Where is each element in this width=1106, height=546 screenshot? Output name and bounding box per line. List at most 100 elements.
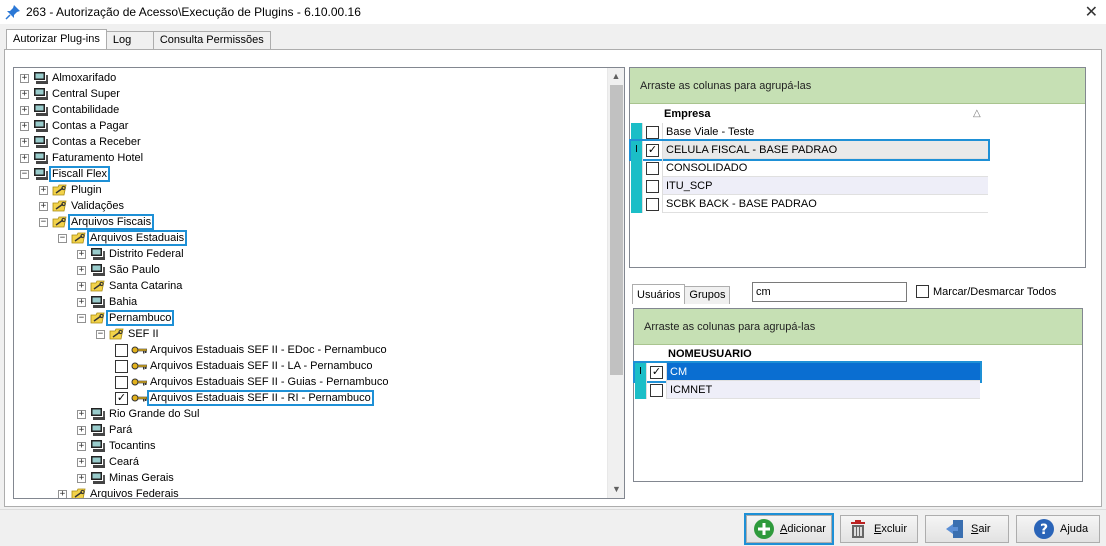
tab-autorizar-plugins[interactable]: Autorizar Plug-ins <box>6 29 107 49</box>
adicionar-button[interactable]: Adicionar <box>744 513 834 545</box>
tab-log[interactable]: Log <box>105 31 154 49</box>
tree-item[interactable]: Arquivos Estaduais SEF II - EDoc - Perna… <box>115 342 388 358</box>
tree-item[interactable]: + Almoxarifado <box>20 70 117 86</box>
close-icon[interactable]: ✕ <box>1085 2 1098 22</box>
empresas-grid[interactable]: Arraste as colunas para agrupá-las Empre… <box>629 67 1086 268</box>
grid-row[interactable]: I ✓ CM <box>633 361 982 383</box>
expand-icon[interactable]: + <box>77 265 86 275</box>
row-indicator[interactable] <box>631 159 643 177</box>
expand-icon[interactable]: + <box>20 153 29 163</box>
row-checkbox-cell[interactable]: ✓ <box>643 141 663 159</box>
group-by-area[interactable]: Arraste as colunas para agrupá-las <box>630 68 1085 104</box>
expand-icon[interactable]: + <box>77 297 86 307</box>
row-checkbox[interactable]: ✓ <box>650 365 663 379</box>
expand-icon[interactable]: + <box>20 137 29 147</box>
tree-item[interactable]: + Distrito Federal <box>77 246 185 262</box>
plugin-tree[interactable]: + Almoxarifado + Central Super + Contabilidad… <box>13 67 625 499</box>
tree-item[interactable]: + Contas a Receber <box>20 134 142 150</box>
ajuda-button[interactable]: ? Ajuda <box>1016 515 1100 543</box>
grid-row[interactable]: CONSOLIDADO <box>631 159 988 177</box>
expand-icon[interactable]: + <box>20 73 29 83</box>
row-checkbox-cell[interactable] <box>643 123 663 141</box>
tab-consulta-permissoes[interactable]: Consulta Permissões <box>152 31 271 49</box>
tree-item[interactable]: Arquivos Estaduais SEF II - LA - Pernamb… <box>115 358 374 374</box>
tree-item[interactable]: + Tocantins <box>77 438 156 454</box>
row-indicator[interactable]: I <box>635 363 647 381</box>
expand-icon[interactable]: + <box>58 489 67 498</box>
tree-item[interactable]: Arquivos Estaduais SEF II - Guias - Pern… <box>115 374 389 390</box>
tree-item[interactable]: − Arquivos Fiscais <box>39 214 155 230</box>
row-checkbox-cell[interactable] <box>647 381 667 399</box>
tree-item[interactable]: − SEF II <box>96 326 160 342</box>
group-by-area[interactable]: Arraste as colunas para agrupá-las <box>634 309 1082 345</box>
row-checkbox[interactable]: ✓ <box>646 143 659 157</box>
tree-item[interactable]: ✓ Arquivos Estaduais SEF II - RI - Pernam… <box>115 390 374 406</box>
tree-item[interactable]: − Arquivos Estaduais <box>58 230 188 246</box>
scroll-thumb[interactable] <box>610 85 623 375</box>
expand-icon[interactable]: + <box>20 121 29 131</box>
tree-item-checkbox[interactable] <box>115 343 128 357</box>
tab-usuarios[interactable]: Usuários <box>632 284 686 304</box>
mark-all-toggle[interactable]: Marcar/Desmarcar Todos <box>916 285 1056 298</box>
row-indicator[interactable] <box>631 177 643 195</box>
row-checkbox-cell[interactable] <box>643 177 663 195</box>
tree-item[interactable]: + Central Super <box>20 86 121 102</box>
grid-row[interactable]: SCBK BACK - BASE PADRAO <box>631 195 988 213</box>
grid-row[interactable]: I ✓ CELULA FISCAL - BASE PADRAO <box>629 139 990 161</box>
expand-icon[interactable]: + <box>20 89 29 99</box>
row-indicator[interactable] <box>635 381 647 399</box>
row-indicator[interactable]: I <box>631 141 643 159</box>
row-checkbox[interactable] <box>646 197 659 211</box>
row-checkbox-cell[interactable]: ✓ <box>647 363 667 381</box>
expand-icon[interactable]: + <box>77 425 86 435</box>
collapse-icon[interactable]: − <box>96 329 105 339</box>
tree-item[interactable]: − Pernambuco <box>77 310 175 326</box>
tree-item[interactable]: + Arquivos Federais <box>58 486 180 498</box>
excluir-button[interactable]: Excluir <box>840 515 918 543</box>
row-checkbox-cell[interactable] <box>643 159 663 177</box>
scroll-up-icon[interactable]: ▲ <box>608 68 624 85</box>
grid-row[interactable]: Base Viale - Teste <box>631 123 988 141</box>
tree-item[interactable]: + Validações <box>39 198 125 214</box>
expand-icon[interactable]: + <box>77 409 86 419</box>
expand-icon[interactable]: + <box>39 201 48 211</box>
row-indicator[interactable] <box>631 195 643 213</box>
grid-row[interactable]: ITU_SCP <box>631 177 988 195</box>
expand-icon[interactable]: + <box>77 281 86 291</box>
tree-item[interactable]: + Rio Grande do Sul <box>77 406 201 422</box>
tree-scrollbar[interactable]: ▲ ▼ <box>607 68 624 498</box>
tree-item-checkbox[interactable] <box>115 375 128 389</box>
scroll-down-icon[interactable]: ▼ <box>608 481 624 498</box>
collapse-icon[interactable]: − <box>77 313 86 323</box>
tree-item[interactable]: − Fiscall Flex <box>20 166 111 182</box>
tree-item[interactable]: + São Paulo <box>77 262 161 278</box>
user-search-input[interactable] <box>752 282 907 302</box>
expand-icon[interactable]: + <box>77 473 86 483</box>
sair-button[interactable]: Sair <box>925 515 1009 543</box>
tree-item[interactable]: + Faturamento Hotel <box>20 150 144 166</box>
tree-item-checkbox[interactable] <box>115 359 128 373</box>
tree-item-checkbox[interactable]: ✓ <box>115 391 128 405</box>
expand-icon[interactable]: + <box>77 457 86 467</box>
collapse-icon[interactable]: − <box>20 169 29 179</box>
row-checkbox[interactable] <box>646 161 659 175</box>
row-checkbox[interactable] <box>646 125 659 139</box>
grid-row[interactable]: ICMNET <box>635 381 980 399</box>
tree-item[interactable]: + Minas Gerais <box>77 470 175 486</box>
tab-grupos[interactable]: Grupos <box>684 286 731 304</box>
row-indicator[interactable] <box>631 123 643 141</box>
row-checkbox-cell[interactable] <box>643 195 663 213</box>
expand-icon[interactable]: + <box>77 249 86 259</box>
tree-item[interactable]: + Contas a Pagar <box>20 118 129 134</box>
row-checkbox[interactable] <box>650 383 663 397</box>
tree-item[interactable]: + Plugin <box>39 182 103 198</box>
tree-item[interactable]: + Pará <box>77 422 133 438</box>
row-checkbox[interactable] <box>646 179 659 193</box>
expand-icon[interactable]: + <box>77 441 86 451</box>
tree-item[interactable]: + Santa Catarina <box>77 278 183 294</box>
expand-icon[interactable]: + <box>20 105 29 115</box>
collapse-icon[interactable]: − <box>39 217 48 227</box>
collapse-icon[interactable]: − <box>58 233 67 243</box>
mark-all-checkbox[interactable] <box>916 285 929 298</box>
tree-item[interactable]: + Bahia <box>77 294 138 310</box>
